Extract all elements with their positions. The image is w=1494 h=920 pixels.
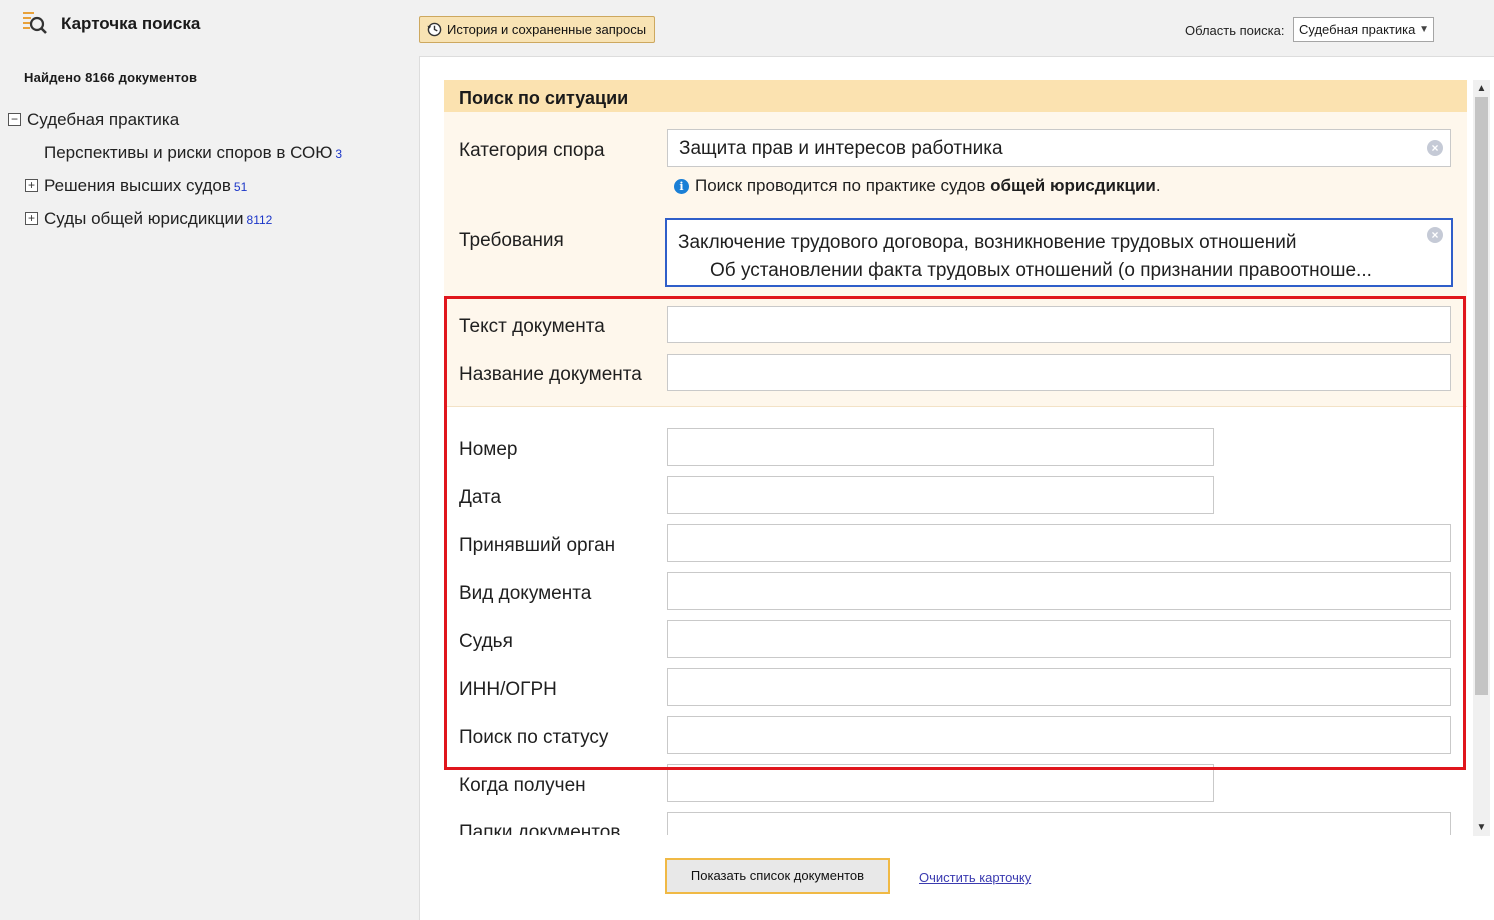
doc-text-input[interactable] xyxy=(667,306,1451,343)
folders-label: Папки документов xyxy=(459,822,621,835)
number-input[interactable] xyxy=(667,428,1214,466)
tree-item-label: Суды общей юрисдикции xyxy=(44,209,244,228)
judge-label: Судья xyxy=(459,631,513,652)
received-input[interactable] xyxy=(667,764,1214,802)
tree-item-count: 8112 xyxy=(246,213,273,227)
status-input[interactable] xyxy=(667,716,1451,754)
show-documents-button[interactable]: Показать список документов xyxy=(665,858,890,894)
history-button-label: История и сохраненные запросы xyxy=(447,22,647,37)
requirements-field[interactable]: Заключение трудового договора, возникнов… xyxy=(665,218,1453,287)
tree-item-count: 51 xyxy=(233,180,248,194)
chevron-down-icon: ▼ xyxy=(1419,24,1429,35)
scrollbar[interactable]: ▲ ▼ xyxy=(1473,80,1490,836)
info-bold: общей юрисдикции xyxy=(990,176,1156,195)
tree-item-count: 3 xyxy=(335,147,343,161)
page-title: Карточка поиска xyxy=(61,14,201,33)
info-note: i Поиск проводится по практике судов обще… xyxy=(674,176,1161,196)
scroll-down-icon[interactable]: ▼ xyxy=(1473,819,1490,836)
judge-input[interactable] xyxy=(667,620,1451,658)
history-button[interactable]: История и сохраненные запросы xyxy=(419,16,655,43)
category-label: Категория спора xyxy=(459,140,605,161)
info-suffix: . xyxy=(1155,176,1161,195)
authority-input[interactable] xyxy=(667,524,1451,562)
received-label: Когда получен xyxy=(459,775,586,796)
expand-icon[interactable]: + xyxy=(25,212,38,225)
doc-name-label: Название документа xyxy=(459,364,642,385)
search-card-icon xyxy=(23,12,47,34)
clear-card-link[interactable]: Очистить карточку xyxy=(919,870,1031,885)
inn-input[interactable] xyxy=(667,668,1451,706)
requirement-line-2: Об установлении факта трудовых отношений… xyxy=(710,260,1372,281)
status-label: Поиск по статусу xyxy=(459,727,609,748)
card-header: Поиск по ситуации xyxy=(444,80,1467,112)
left-panel: Карточка поиска Найдено 8166 документов … xyxy=(0,0,418,920)
tree-item-higher-courts[interactable]: Решения высших судов 51 xyxy=(44,176,247,196)
collapse-icon[interactable]: − xyxy=(8,113,21,126)
folders-input[interactable] xyxy=(667,812,1451,835)
category-field[interactable]: Защита прав и интересов работника xyxy=(667,129,1451,167)
requirements-label: Требования xyxy=(459,230,564,251)
expand-icon[interactable]: + xyxy=(25,179,38,192)
tree-item-risks[interactable]: Перспективы и риски споров в СОЮ 3 xyxy=(44,143,342,163)
inn-label: ИНН/ОГРН xyxy=(459,679,557,700)
doc-name-input[interactable] xyxy=(667,354,1451,391)
category-value: Защита прав и интересов работника xyxy=(679,138,1003,159)
tree-item-label: Судебная практика xyxy=(27,110,180,129)
doc-type-input[interactable] xyxy=(667,572,1451,610)
scrollbar-thumb[interactable] xyxy=(1475,97,1488,695)
number-label: Номер xyxy=(459,439,518,460)
doc-text-label: Текст документа xyxy=(459,316,605,337)
search-area-label: Область поиска: xyxy=(1185,23,1285,38)
clear-category-icon[interactable]: × xyxy=(1427,140,1443,156)
show-documents-label: Показать список документов xyxy=(690,868,865,883)
date-label: Дата xyxy=(459,487,502,508)
info-icon: i xyxy=(674,179,689,194)
tree-item-court-practice[interactable]: Судебная практика xyxy=(27,110,179,130)
authority-label: Принявший орган xyxy=(459,535,616,556)
search-area-select[interactable]: Судебная практика ▼ xyxy=(1293,17,1434,42)
date-input[interactable] xyxy=(667,476,1214,514)
history-icon xyxy=(427,22,442,37)
requirement-line-1: Заключение трудового договора, возникнов… xyxy=(678,232,1297,253)
search-area-value: Судебная практика xyxy=(1299,22,1416,37)
found-count: Найдено 8166 документов xyxy=(24,70,198,85)
search-card: Поиск по ситуации Категория спора Защита… xyxy=(444,80,1467,835)
scroll-up-icon[interactable]: ▲ xyxy=(1473,80,1490,97)
info-text: Поиск проводится по практике судов xyxy=(695,176,991,195)
tree-item-label: Решения высших судов xyxy=(44,176,231,195)
doc-type-label: Вид документа xyxy=(459,583,592,604)
clear-requirements-icon[interactable]: × xyxy=(1427,227,1443,243)
tree-item-label: Перспективы и риски споров в СОЮ xyxy=(44,143,333,162)
tree-item-general-courts[interactable]: Суды общей юрисдикции 8112 xyxy=(44,209,272,229)
